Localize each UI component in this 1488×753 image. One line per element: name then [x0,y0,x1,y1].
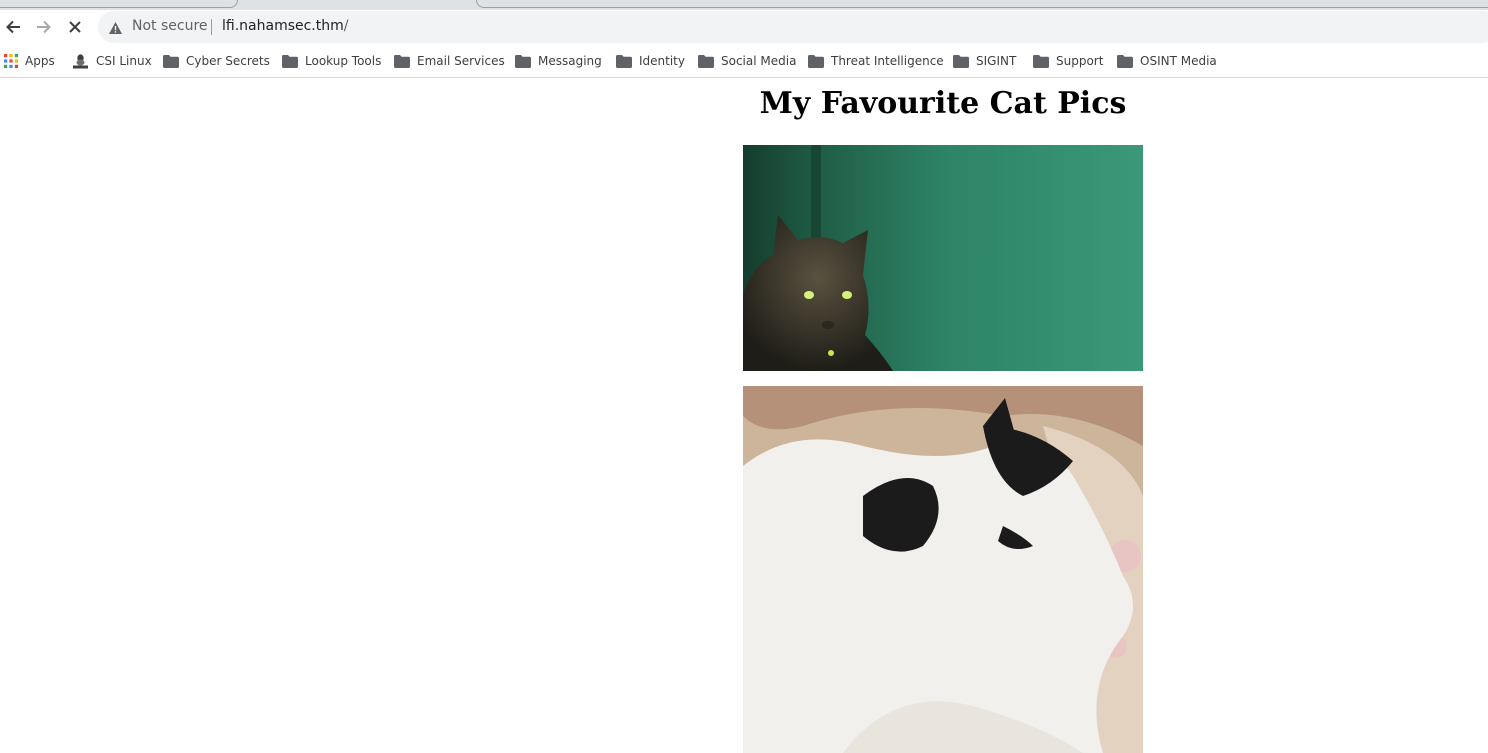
close-icon [69,21,81,33]
bookmark-label: Apps [25,54,55,68]
bookmark-folder-cyber-secrets[interactable]: Cyber Secrets [163,52,270,70]
tab-strip [0,0,1488,10]
arrow-left-icon [6,20,20,34]
bookmarks-bar: Apps CSI Linux Cyber Secrets Lookup Tool… [0,44,1488,78]
browser-toolbar: Not secure lfi.nahamsec.thm/ [0,10,1488,44]
bookmark-folder-email-services[interactable]: Email Services [394,52,505,70]
url-text[interactable]: lfi.nahamsec.thm/ [222,18,348,34]
bookmark-label: SIGINT [976,54,1017,68]
warning-triangle-icon[interactable] [108,20,123,39]
bookmark-label: Email Services [417,54,505,68]
bookmark-csi-linux[interactable]: CSI Linux [72,52,152,70]
bookmark-folder-threat-intelligence[interactable]: Threat Intelligence [808,52,944,70]
bookmark-label: Identity [639,54,685,68]
bookmark-label: Messaging [538,54,602,68]
bookmark-label: Cyber Secrets [186,54,270,68]
bookmark-label: Social Media [721,54,797,68]
folder-icon [1033,54,1049,68]
cat-photo-black-white [743,386,1143,753]
folder-icon [616,54,632,68]
bookmark-folder-lookup-tools[interactable]: Lookup Tools [282,52,381,70]
security-label[interactable]: Not secure [132,18,208,34]
linux-icon [72,53,89,69]
folder-icon [1117,54,1133,68]
address-bar[interactable]: Not secure lfi.nahamsec.thm/ [98,11,1488,43]
forward-button[interactable] [31,14,57,40]
bookmark-folder-support[interactable]: Support [1033,52,1103,70]
arrow-right-icon [37,20,51,34]
bookmark-label: CSI Linux [96,54,152,68]
address-divider [211,19,212,35]
bookmark-label: Lookup Tools [305,54,382,68]
folder-icon [515,54,531,68]
browser-tab-left[interactable] [0,0,238,8]
bookmark-label: OSINT Media [1140,54,1217,68]
folder-icon [163,54,179,68]
bookmark-folder-osint-media[interactable]: OSINT Media [1117,52,1217,70]
url-host: lfi.nahamsec.thm [222,18,344,34]
folder-icon [953,54,969,68]
cat-photo-tabby [743,145,1143,371]
bookmark-folder-sigint[interactable]: SIGINT [953,52,1016,70]
bookmark-apps[interactable]: Apps [4,52,55,70]
url-path: / [343,18,349,34]
back-button[interactable] [0,14,26,40]
page-title: My Favourite Cat Pics [759,86,1127,121]
folder-icon [282,54,298,68]
bookmark-folder-identity[interactable]: Identity [616,52,685,70]
stop-loading-button[interactable] [62,14,88,40]
bookmark-label: Threat Intelligence [831,54,944,68]
bookmark-folder-messaging[interactable]: Messaging [515,52,602,70]
folder-icon [808,54,824,68]
folder-icon [394,54,410,68]
browser-tab-right[interactable] [476,0,1488,8]
bookmark-label: Support [1056,54,1104,68]
bookmark-folder-social-media[interactable]: Social Media [698,52,796,70]
folder-icon [698,54,714,68]
apps-grid-icon [4,54,18,68]
